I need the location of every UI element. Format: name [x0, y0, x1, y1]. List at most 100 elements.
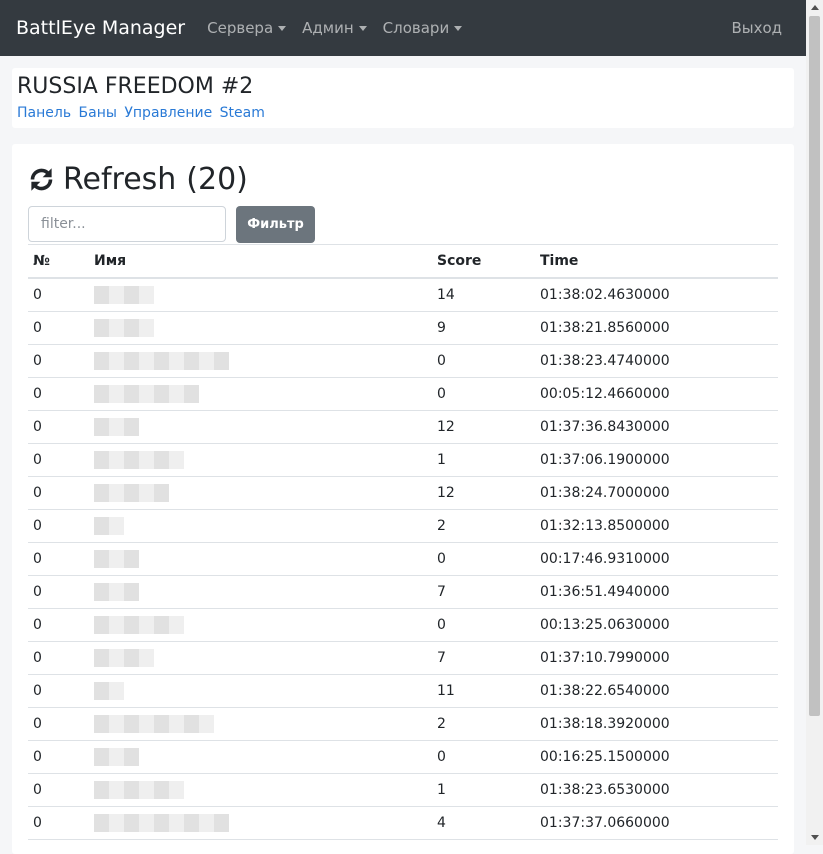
refresh-title[interactable]: Refresh — [63, 162, 176, 197]
row-score: 2 — [432, 707, 535, 741]
table-row[interactable]: 0 4 01:37:37.0660000 — [28, 806, 778, 840]
menu-admin[interactable]: Админ — [302, 19, 367, 37]
redacted-name — [94, 781, 184, 799]
page-heading: Refresh (20) — [28, 162, 248, 197]
row-number: 0 — [28, 740, 89, 774]
row-score: 7 — [432, 575, 535, 609]
table-row[interactable]: 0 12 01:37:36.8430000 — [28, 410, 778, 444]
menu-servers[interactable]: Сервера — [207, 19, 287, 37]
redacted-name — [94, 550, 139, 568]
row-number: 0 — [28, 476, 89, 510]
row-name — [89, 410, 432, 444]
redacted-name — [94, 616, 184, 634]
row-number: 0 — [28, 674, 89, 708]
table-row[interactable]: 0 0 00:16:25.1500000 — [28, 740, 778, 774]
row-time: 00:17:46.9310000 — [535, 542, 778, 576]
row-time: 00:05:12.4660000 — [535, 377, 778, 411]
row-score: 0 — [432, 377, 535, 411]
redacted-name — [94, 583, 139, 601]
table-row[interactable]: 0 0 01:38:23.4740000 — [28, 344, 778, 378]
row-name — [89, 509, 432, 543]
row-number: 0 — [28, 806, 89, 840]
menu-servers-label: Сервера — [207, 19, 274, 37]
table-row[interactable]: 0 0 00:05:12.4660000 — [28, 377, 778, 411]
row-time: 01:38:22.6540000 — [535, 674, 778, 708]
redacted-name — [94, 517, 124, 535]
row-number: 0 — [28, 575, 89, 609]
table-row[interactable]: 0 0 00:17:46.9310000 — [28, 542, 778, 576]
row-score: 11 — [432, 674, 535, 708]
row-time: 01:37:10.7990000 — [535, 641, 778, 675]
top-navbar: BattlEye Manager Сервера Админ Словари В… — [0, 0, 806, 56]
row-score: 0 — [432, 740, 535, 774]
brand-link[interactable]: BattlEye Manager — [16, 17, 185, 39]
row-name — [89, 773, 432, 807]
row-name — [89, 707, 432, 741]
link-bans[interactable]: Баны — [79, 105, 117, 121]
row-time: 01:37:36.8430000 — [535, 410, 778, 444]
table-row[interactable]: 0 11 01:38:22.6540000 — [28, 674, 778, 708]
server-title: RUSSIA FREEDOM #2 — [17, 74, 254, 99]
players-card: Refresh (20) Фильтр № Имя Score Time 014… — [12, 144, 794, 854]
refresh-icon[interactable] — [28, 166, 55, 193]
filter-input[interactable] — [28, 206, 226, 242]
redacted-name — [94, 484, 169, 502]
column-header-time[interactable]: Time — [535, 244, 778, 279]
row-name — [89, 377, 432, 411]
server-header: RUSSIA FREEDOM #2 Панель Баны Управление… — [12, 68, 794, 128]
row-time: 01:38:21.8560000 — [535, 311, 778, 345]
server-links: Панель Баны Управление Steam — [17, 105, 268, 121]
row-number: 0 — [28, 344, 89, 378]
link-steam[interactable]: Steam — [220, 105, 265, 121]
table-row[interactable]: 0 14 01:38:02.4630000 — [28, 278, 778, 312]
row-time: 00:16:25.1500000 — [535, 740, 778, 774]
row-number: 0 — [28, 410, 89, 444]
table-row[interactable]: 0 2 01:32:13.8500000 — [28, 509, 778, 543]
redacted-name — [94, 352, 229, 370]
redacted-name — [94, 649, 154, 667]
caret-down-icon — [454, 25, 463, 31]
filter-button[interactable]: Фильтр — [236, 206, 315, 243]
row-name — [89, 806, 432, 840]
table-row[interactable]: 0 1 01:37:06.1900000 — [28, 443, 778, 477]
table-row[interactable]: 0 0 00:13:25.0630000 — [28, 608, 778, 642]
row-time: 01:38:23.6530000 — [535, 773, 778, 807]
row-score: 0 — [432, 542, 535, 576]
table-row[interactable]: 0 7 01:37:10.7990000 — [28, 641, 778, 675]
row-time: 01:38:23.4740000 — [535, 344, 778, 378]
row-number: 0 — [28, 542, 89, 576]
column-header-score[interactable]: Score — [432, 244, 535, 279]
row-time: 01:38:18.3920000 — [535, 707, 778, 741]
column-header-number[interactable]: № — [28, 244, 89, 279]
table-row[interactable]: 0 1 01:38:23.6530000 — [28, 773, 778, 807]
row-name — [89, 443, 432, 477]
table-row[interactable]: 0 9 01:38:21.8560000 — [28, 311, 778, 345]
menu-dictionaries[interactable]: Словари — [383, 19, 463, 37]
row-name — [89, 344, 432, 378]
menu-dictionaries-label: Словари — [382, 19, 450, 37]
scroll-down-icon[interactable] — [811, 835, 819, 840]
scroll-up-icon[interactable] — [811, 5, 819, 10]
row-time: 01:36:51.4940000 — [535, 575, 778, 609]
redacted-name — [94, 385, 199, 403]
row-number: 0 — [28, 278, 89, 312]
link-panel[interactable]: Панель — [17, 105, 71, 121]
table-row[interactable]: 0 7 01:36:51.4940000 — [28, 575, 778, 609]
row-score: 1 — [432, 443, 535, 477]
row-name — [89, 575, 432, 609]
page-scrollbar[interactable] — [806, 0, 823, 845]
row-number: 0 — [28, 773, 89, 807]
scroll-thumb[interactable] — [809, 16, 820, 716]
row-name — [89, 740, 432, 774]
column-header-name[interactable]: Имя — [89, 244, 432, 279]
link-management[interactable]: Управление — [124, 105, 212, 121]
redacted-name — [94, 451, 184, 469]
row-score: 1 — [432, 773, 535, 807]
row-time: 00:13:25.0630000 — [535, 608, 778, 642]
logout-link[interactable]: Выход — [731, 19, 782, 37]
table-row[interactable]: 0 2 01:38:18.3920000 — [28, 707, 778, 741]
row-time: 01:38:02.4630000 — [535, 278, 778, 312]
table-row[interactable]: 0 12 01:38:24.7000000 — [28, 476, 778, 510]
row-score: 9 — [432, 311, 535, 345]
row-name — [89, 608, 432, 642]
